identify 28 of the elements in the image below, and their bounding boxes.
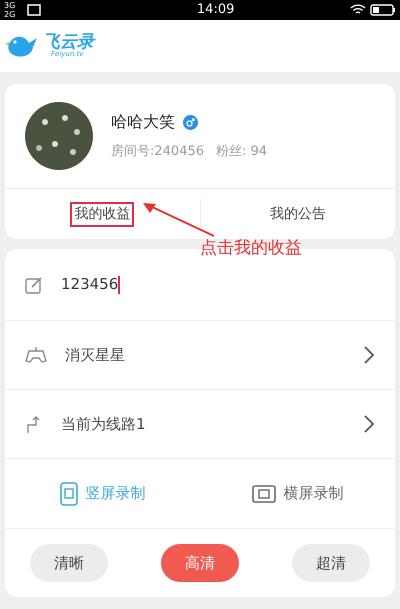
menu-label: 消灭星星 bbox=[65, 344, 126, 366]
annotation-text: 点击我的收益 bbox=[200, 237, 302, 260]
orientation-option[interactable]: 横屏录制 bbox=[252, 482, 344, 505]
quality-button[interactable]: 超清 bbox=[292, 544, 370, 582]
wifi-icon bbox=[350, 4, 366, 16]
network-label: 2G bbox=[4, 10, 16, 19]
logo-text: 飞云录 bbox=[43, 34, 94, 51]
tab[interactable]: 我的公告 bbox=[266, 202, 330, 226]
battery-icon bbox=[370, 4, 396, 16]
title-field[interactable]: 123456 bbox=[61, 273, 120, 296]
male-icon bbox=[183, 114, 198, 130]
user-name: 哈哈大笑 bbox=[111, 111, 175, 134]
menu-label: 当前为线路1 bbox=[61, 414, 147, 435]
clock: 14:09 bbox=[196, 1, 234, 20]
menu-row[interactable]: 当前为线路1 bbox=[5, 390, 395, 459]
network-label: 3G bbox=[4, 1, 16, 10]
chevron-right-icon bbox=[363, 414, 375, 434]
menu-row[interactable]: 消灭星星 bbox=[5, 321, 395, 390]
portrait-screen-icon bbox=[60, 482, 78, 506]
landscape-screen-icon bbox=[252, 484, 276, 502]
quality-button[interactable]: 清晰 bbox=[30, 544, 108, 582]
room-number: 房间号:240456 bbox=[111, 143, 204, 162]
edit-icon bbox=[25, 276, 43, 294]
fans-count: 粉丝: 94 bbox=[216, 143, 268, 162]
avatar bbox=[25, 102, 93, 170]
chevron-right-icon bbox=[363, 345, 375, 365]
tab[interactable]: 我的收益 bbox=[70, 202, 134, 226]
gamepad-icon bbox=[25, 346, 47, 364]
